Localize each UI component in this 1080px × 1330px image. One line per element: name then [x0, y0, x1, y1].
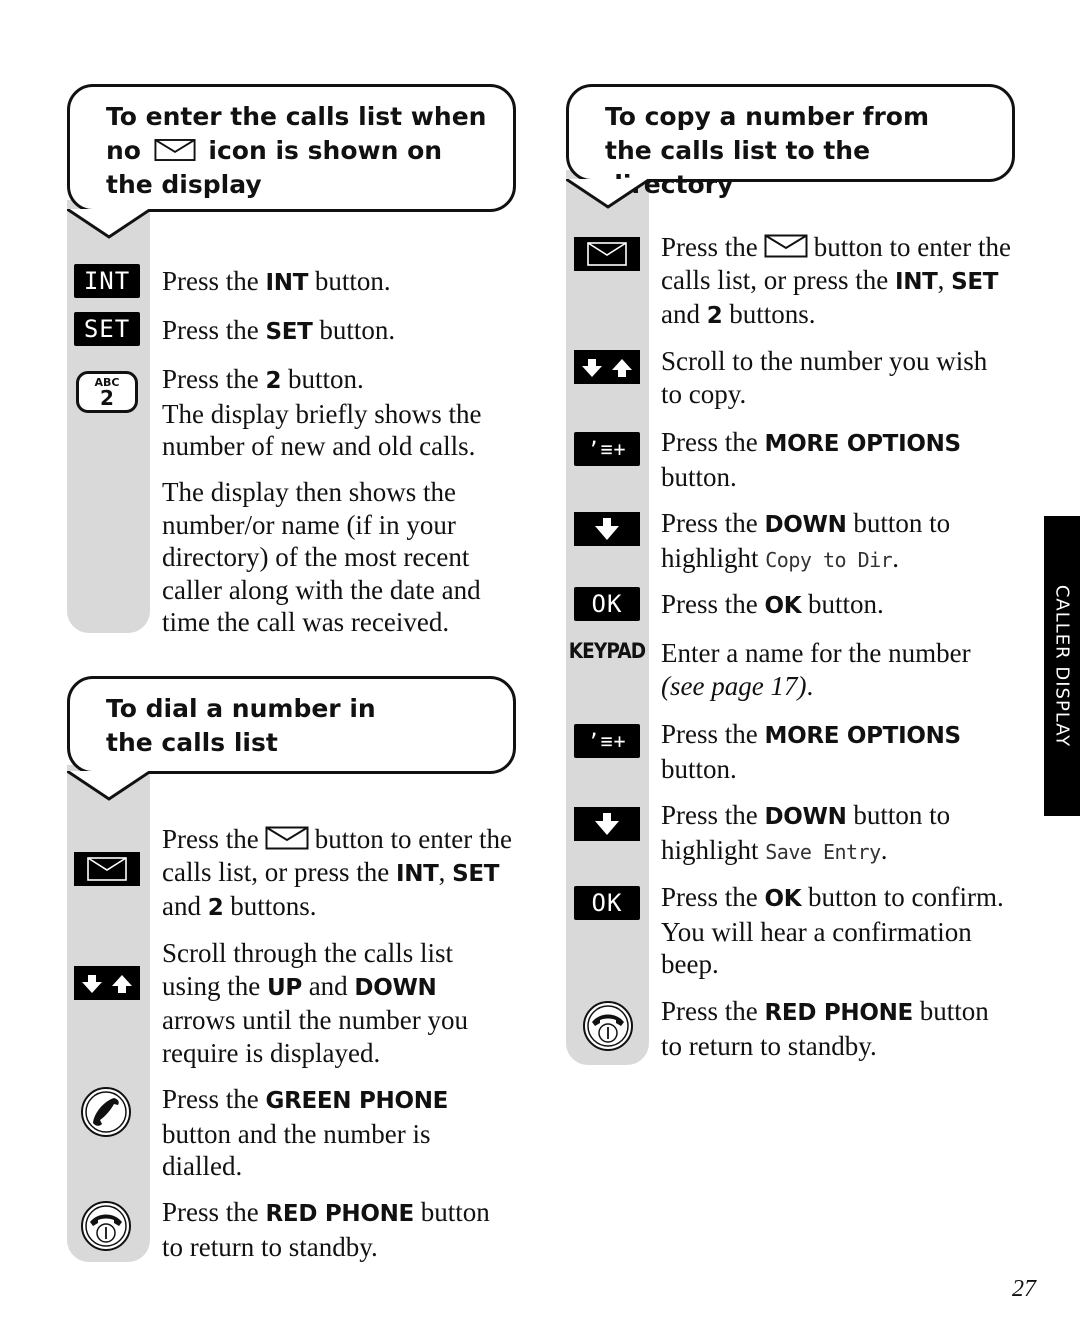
callout-pointer [67, 209, 151, 239]
step-press-red-phone: Press the RED PHONE button to return to … [661, 996, 989, 1061]
section-title-copy-to-directory: To copy a number from the calls list to … [566, 84, 1015, 209]
step-press-ok: Press the OK button. [661, 589, 884, 619]
section-title: To copy a number from the calls list to … [605, 102, 930, 199]
envelope-icon [154, 138, 196, 162]
envelope-icon [764, 234, 808, 258]
step-scroll-to-number: Scroll to the number you wish to copy. [661, 346, 988, 409]
green-phone-icon [80, 1086, 132, 1138]
section-title-dial-number: To dial a number in the calls list [67, 676, 516, 801]
step-enter-name: Enter a name for the number (see page 17… [661, 638, 971, 701]
step-enter-calls-list: Press the button to enter the calls list,… [661, 232, 1011, 329]
set-key-icon: SET [74, 312, 140, 346]
step-scroll-calls-list: Scroll through the calls list using the … [162, 938, 468, 1068]
envelope-key-icon [574, 237, 640, 271]
step-enter-calls-list: Press the button to enter the calls list,… [162, 824, 512, 921]
lcd-text: Save Entry [765, 839, 881, 864]
ok-key-icon: OK [574, 886, 640, 920]
step-press-int: Press the INT button. [162, 266, 391, 296]
section-title: To dial a number in the calls list [106, 694, 376, 757]
more-options-icon: ʼ≡+ [574, 432, 640, 466]
more-options-icon: ʼ≡+ [574, 724, 640, 758]
red-phone-icon [582, 1000, 634, 1052]
envelope-key-icon [74, 852, 140, 886]
keypad-label: KEYPAD [568, 639, 646, 663]
step-display-info: The display then shows the number/or nam… [162, 477, 481, 637]
red-phone-icon [80, 1200, 132, 1252]
key-2-abc-icon: ABC 2 [76, 371, 138, 413]
step-press-red-phone: Press the RED PHONE button to return to … [162, 1197, 490, 1262]
left-gutter-2 [67, 765, 150, 1262]
callout-pointer [566, 179, 650, 209]
ok-key-icon: OK [574, 587, 640, 621]
int-key-icon: INT [74, 264, 140, 298]
side-tab-label: CALLER DISPLAY [1051, 584, 1073, 748]
page-number: 27 [1012, 1276, 1036, 1302]
envelope-icon [265, 826, 309, 850]
step-press-more-options: Press the MORE OPTIONS button. [661, 427, 961, 492]
step-highlight-save-entry: Press the DOWN button to highlight Save … [661, 800, 951, 865]
down-up-arrows-icon [74, 966, 140, 1000]
step-press-more-options: Press the MORE OPTIONS button. [661, 719, 961, 784]
lcd-text: Copy to Dir [765, 547, 893, 572]
down-arrow-icon [574, 512, 640, 546]
step-press-green-phone: Press the GREEN PHONE button and the num… [162, 1084, 449, 1181]
step-press-set: Press the SET button. [162, 315, 396, 345]
step-highlight-copy-to-dir: Press the DOWN button to highlight Copy … [661, 508, 951, 573]
step-press-2: Press the 2 button. The display briefly … [162, 364, 482, 461]
callout-pointer [67, 771, 151, 801]
down-up-arrows-icon [574, 350, 640, 384]
step-press-ok-confirm: Press the OK button to confirm. You will… [661, 882, 1004, 979]
section-title-enter-calls-list: To enter the calls list when no icon is … [67, 84, 516, 239]
section-side-tab: CALLER DISPLAY [1044, 516, 1080, 816]
down-arrow-icon [574, 807, 640, 841]
